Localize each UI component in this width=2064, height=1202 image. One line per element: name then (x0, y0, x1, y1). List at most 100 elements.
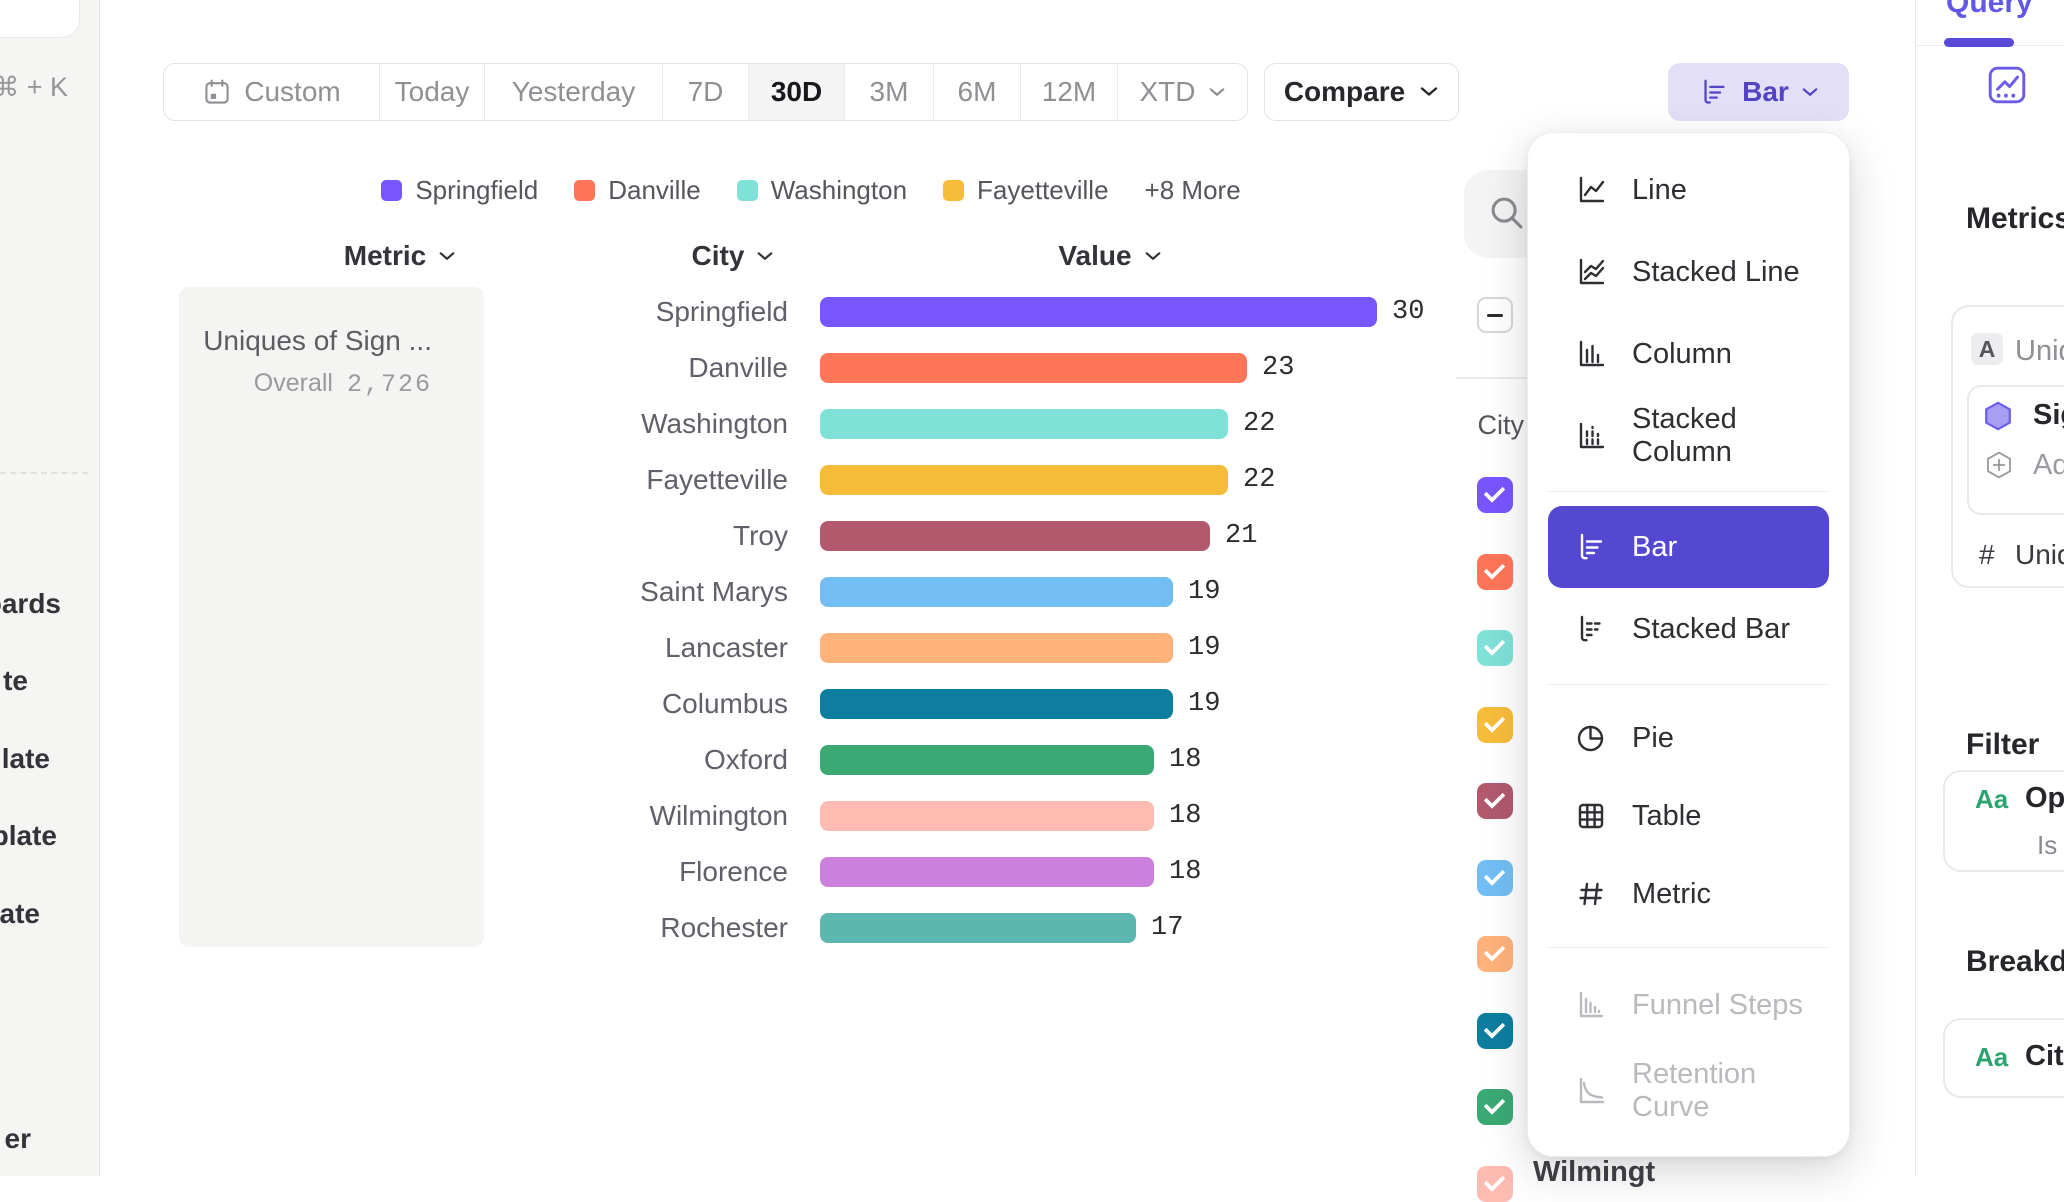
city-column-header[interactable]: City (648, 238, 818, 274)
menu-item-label: Stacked Line (1632, 256, 1800, 289)
bar[interactable] (820, 633, 1173, 663)
bar-value-label: 19 (1188, 689, 1220, 719)
legend-swatch (381, 180, 402, 201)
city-checkbox[interactable] (1477, 707, 1513, 743)
hash-icon (1574, 877, 1608, 911)
menu-item-stacked-bar[interactable]: Stacked Bar (1548, 588, 1829, 670)
bar[interactable] (820, 297, 1377, 327)
bar[interactable] (820, 857, 1154, 887)
date-range-yesterday[interactable]: Yesterday (485, 64, 663, 120)
legend-more-button[interactable]: +8 More (1145, 175, 1241, 206)
date-range-30d[interactable]: 30D (749, 64, 845, 120)
menu-item-table[interactable]: Table (1548, 777, 1829, 855)
nav-item-clipped[interactable]: oards (0, 588, 61, 620)
bar-category-label: Columbus (163, 688, 820, 720)
date-range-custom[interactable]: Custom (164, 64, 380, 120)
metrics-card[interactable]: A Uniq Sig Add # Uniqu (1951, 305, 2064, 588)
bar-category-label: Oxford (163, 744, 820, 776)
nav-item-clipped[interactable]: late (2, 743, 50, 775)
chevron-down-icon (1144, 251, 1162, 262)
legend-item[interactable]: Washington (737, 175, 907, 206)
menu-item-bar[interactable]: Bar (1548, 506, 1829, 588)
bar-row: Fayetteville22 (163, 452, 1463, 508)
metric-column-header[interactable]: Metric (315, 238, 485, 274)
menu-item-label: Stacked Column (1632, 403, 1829, 469)
breakdown-property-label: City (2025, 1040, 2064, 1073)
bar-value-label: 22 (1243, 465, 1275, 495)
select-all-checkbox[interactable] (1477, 297, 1513, 333)
city-checkbox[interactable] (1477, 477, 1513, 513)
bar-row: Saint Marys19 (163, 564, 1463, 620)
menu-item-funnel-steps: Funnel Steps (1548, 962, 1829, 1048)
date-range-6m[interactable]: 6M (934, 64, 1021, 120)
nav-item-clipped[interactable]: er (5, 1123, 31, 1155)
city-checkbox[interactable] (1477, 860, 1513, 896)
breakdown-card[interactable]: Aa City (1943, 1018, 2064, 1098)
bar[interactable] (820, 689, 1173, 719)
city-checkbox[interactable] (1477, 1013, 1513, 1049)
bar-value-label: 18 (1169, 801, 1201, 831)
bar-category-label: Wilmington (163, 800, 820, 832)
pie-chart-icon (1574, 721, 1608, 755)
city-checkbox[interactable] (1477, 1166, 1513, 1202)
tab-query[interactable]: Query (1946, 0, 2033, 20)
legend-item[interactable]: Springfield (381, 175, 538, 206)
column-chart-icon (1574, 337, 1608, 371)
bar-row: Washington22 (163, 396, 1463, 452)
measure-label[interactable]: Uniqu (2015, 539, 2064, 571)
filter-property-label: Ope (2025, 782, 2064, 815)
menu-item-stacked-line[interactable]: Stacked Line (1548, 231, 1829, 313)
menu-item-pie[interactable]: Pie (1548, 699, 1829, 777)
add-event-icon (1984, 449, 2014, 481)
bar[interactable] (820, 353, 1247, 383)
add-event-label[interactable]: Add (2033, 449, 2064, 482)
nav-search-box[interactable] (0, 0, 80, 38)
bar[interactable] (820, 745, 1154, 775)
date-range-7d[interactable]: 7D (663, 64, 749, 120)
menu-item-line[interactable]: Line (1548, 149, 1829, 231)
chart-type-button[interactable]: Bar (1668, 63, 1849, 121)
city-checkbox[interactable] (1477, 554, 1513, 590)
date-range-3m[interactable]: 3M (845, 64, 934, 120)
filter-card[interactable]: Aa Ope Is i (1943, 770, 2064, 872)
legend-item[interactable]: Fayetteville (943, 175, 1109, 206)
menu-item-stacked-column[interactable]: Stacked Column (1548, 395, 1829, 477)
city-checkbox[interactable] (1477, 783, 1513, 819)
date-range-today[interactable]: Today (380, 64, 485, 120)
bar[interactable] (820, 577, 1173, 607)
event-label: Sig (2033, 399, 2064, 432)
compare-button[interactable]: Compare (1264, 63, 1459, 121)
bar-value-label: 19 (1188, 633, 1220, 663)
value-column-header[interactable]: Value (1025, 238, 1195, 274)
bar[interactable] (820, 521, 1210, 551)
bar-value-label: 18 (1169, 745, 1201, 775)
menu-item-column[interactable]: Column (1548, 313, 1829, 395)
measure-hash: # (1979, 539, 1995, 571)
nav-divider (0, 472, 88, 474)
date-range-12m[interactable]: 12M (1021, 64, 1118, 120)
city-checkbox[interactable] (1477, 936, 1513, 972)
legend-swatch (574, 180, 595, 201)
nav-item-clipped[interactable]: ate (0, 898, 40, 930)
bar-row: Columbus 19 (163, 676, 1463, 732)
menu-item-metric[interactable]: Metric (1548, 855, 1829, 933)
city-checkbox[interactable] (1477, 1089, 1513, 1125)
nav-item-clipped[interactable]: plate (0, 820, 57, 852)
legend-item[interactable]: Danville (574, 175, 701, 206)
event-card[interactable]: Sig Add (1967, 385, 2064, 515)
menu-item-label: Retention Curve (1632, 1058, 1829, 1124)
bar-row: Danville23 (163, 340, 1463, 396)
nav-item-clipped[interactable]: te (3, 665, 28, 697)
bar-category-label: Troy (163, 520, 820, 552)
filter-operator[interactable]: Is (2037, 830, 2057, 861)
bar-chart: Springfield30Danville23Washington22Fayet… (163, 284, 1463, 956)
date-range-xtd[interactable]: XTD (1118, 64, 1247, 120)
bar[interactable] (820, 465, 1228, 495)
bar[interactable] (820, 913, 1136, 943)
search-icon (1486, 192, 1530, 236)
bar[interactable] (820, 801, 1154, 831)
retention-icon (1574, 1074, 1608, 1108)
city-checkbox[interactable] (1477, 630, 1513, 666)
bar-row: Oxford 18 (163, 732, 1463, 788)
bar[interactable] (820, 409, 1228, 439)
